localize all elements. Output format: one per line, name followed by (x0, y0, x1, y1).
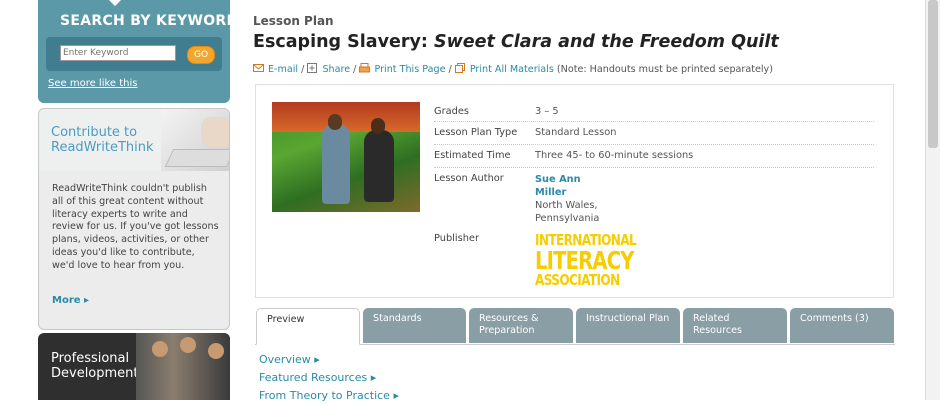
share-link[interactable]: Share (322, 64, 350, 75)
professional-development-banner[interactable]: Professional Development (38, 333, 230, 400)
grades-row: Grades 3 – 5 (434, 101, 874, 122)
page-title: Escaping Slavery: Sweet Clara and the Fr… (253, 32, 779, 52)
print-all-icon[interactable] (454, 63, 466, 73)
more-link[interactable]: More ▸ (52, 295, 89, 306)
tab-resources-preparation[interactable]: Resources & Preparation (469, 308, 573, 343)
ila-logo[interactable]: INTERNATIONAL LITERACY ASSOCIATION (535, 232, 637, 289)
tab-preview[interactable]: Preview (256, 308, 360, 345)
author-last-name[interactable]: Miller (535, 186, 599, 199)
search-title: SEARCH BY KEYWORD (60, 13, 239, 29)
keyboard-hand-image (161, 109, 229, 171)
ila-logo-line3: ASSOCIATION (535, 270, 620, 289)
author-info: Sue Ann Miller North Wales, Pennsylvania (535, 173, 599, 225)
lesson-details-box: Grades 3 – 5 Lesson Plan Type Standard L… (255, 84, 894, 298)
title-book: Sweet Clara and the Freedom Quilt (433, 32, 779, 52)
type-value: Standard Lesson (535, 127, 617, 138)
time-value: Three 45- to 60-minute sessions (535, 150, 694, 161)
author-state: Pennsylvania (535, 213, 600, 224)
author-label: Lesson Author (434, 173, 504, 184)
book-cover-image (272, 102, 420, 212)
lesson-meta: Grades 3 – 5 Lesson Plan Type Standard L… (434, 101, 874, 287)
preview-sections: Overview ▸ Featured Resources ▸ From The… (259, 351, 399, 405)
email-icon[interactable] (253, 63, 264, 73)
ila-logo-line2: LITERACY (535, 245, 634, 275)
email-link[interactable]: E-mail (268, 64, 298, 75)
tab-instructional-plan[interactable]: Instructional Plan (576, 308, 680, 343)
sidebar: SEARCH BY KEYWORD GO See more like this … (38, 0, 238, 400)
share-icon[interactable] (307, 63, 318, 73)
print-page-link[interactable]: Print This Page (374, 64, 445, 75)
type-row: Lesson Plan Type Standard Lesson (434, 122, 874, 145)
time-row: Estimated Time Three 45- to 60-minute se… (434, 145, 874, 168)
tab-comments[interactable]: Comments (3) (790, 308, 894, 343)
lesson-tabs: Preview Standards Resources & Preparatio… (255, 308, 895, 345)
print-note: (Note: Handouts must be printed separate… (556, 64, 773, 75)
time-label: Estimated Time (434, 150, 511, 161)
author-city: North Wales, (535, 200, 598, 211)
theory-to-practice-link[interactable]: From Theory to Practice ▸ (259, 387, 399, 405)
title-main: Escaping Slavery: (253, 32, 434, 52)
contribute-banner[interactable]: Contribute to ReadWriteThink (39, 109, 229, 171)
print-all-link[interactable]: Print All Materials (470, 64, 554, 75)
publisher-label: Publisher (434, 233, 479, 244)
action-bar: E-mail / Share / Print This Page / Print… (253, 63, 773, 75)
scrollbar-thumb[interactable] (928, 0, 938, 148)
author-first-name[interactable]: Sue Ann (535, 173, 599, 186)
grades-value: 3 – 5 (535, 106, 559, 117)
contribute-panel: Contribute to ReadWriteThink ReadWriteTh… (38, 108, 230, 330)
tab-standards[interactable]: Standards (363, 308, 466, 343)
search-form: GO (46, 37, 222, 71)
author-row: Lesson Author Sue Ann Miller North Wales… (434, 168, 874, 228)
type-label: Lesson Plan Type (434, 127, 518, 138)
go-button[interactable]: GO (187, 46, 215, 64)
featured-resources-link[interactable]: Featured Resources ▸ (259, 369, 399, 387)
overview-link[interactable]: Overview ▸ (259, 351, 399, 369)
content-type-label: Lesson Plan (253, 14, 334, 28)
print-icon[interactable] (359, 63, 371, 73)
grades-label: Grades (434, 106, 469, 117)
tab-related-resources[interactable]: Related Resources (683, 308, 787, 343)
professional-development-title: Professional Development (51, 351, 139, 381)
contribute-title: Contribute to ReadWriteThink (51, 125, 154, 155)
search-input[interactable] (60, 45, 176, 61)
scrollbar[interactable] (925, 0, 940, 400)
people-photo (136, 333, 230, 400)
search-panel: SEARCH BY KEYWORD GO See more like this (38, 0, 238, 103)
contribute-text: ReadWriteThink couldn't publish all of t… (52, 183, 219, 271)
see-more-link[interactable]: See more like this (48, 78, 137, 89)
pointer-icon (107, 0, 123, 7)
